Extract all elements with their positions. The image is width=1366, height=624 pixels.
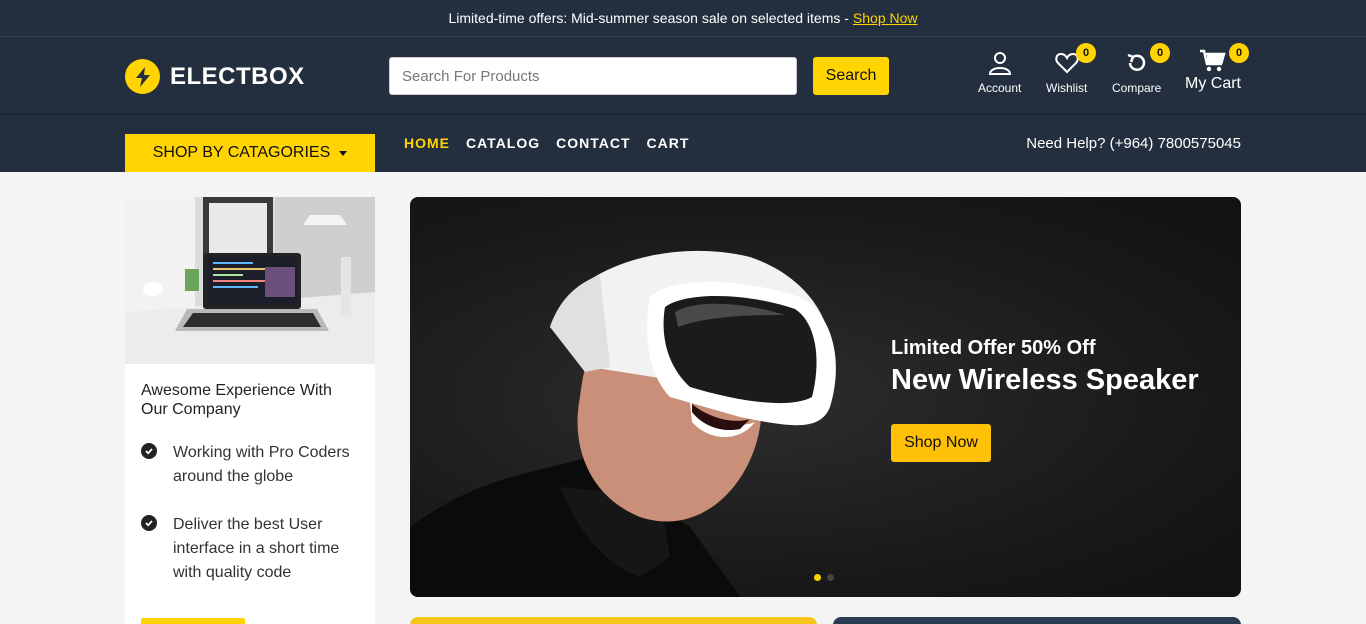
account-link[interactable]: Account — [978, 51, 1021, 95]
shopping-cart-icon — [1200, 49, 1226, 72]
announcement-shop-now-link[interactable]: Shop Now — [853, 10, 918, 26]
sidebar-point: Working with Pro Coders around the globe — [141, 441, 361, 489]
nav-links: HOME CATALOG CONTACT CART — [404, 135, 689, 151]
cart-link[interactable]: My Cart 0 — [1185, 43, 1249, 93]
sidebar-point-text: Deliver the best User interface in a sho… — [173, 516, 340, 581]
carousel-dots — [814, 574, 834, 581]
nav-cart[interactable]: CART — [647, 135, 690, 151]
nav-contact[interactable]: CONTACT — [556, 135, 630, 151]
nav-catalog[interactable]: CATALOG — [466, 135, 540, 151]
check-circle-icon — [141, 443, 157, 459]
wishlist-count-badge: 0 — [1076, 43, 1096, 63]
hero-banner: Limited Offer 50% Off New Wireless Speak… — [410, 197, 1241, 597]
wishlist-link[interactable]: Wishlist 0 — [1046, 43, 1096, 95]
sidebar-action-button[interactable] — [141, 618, 245, 624]
compare-count-badge: 0 — [1150, 43, 1170, 63]
caret-down-icon — [339, 150, 348, 156]
hero-title: New Wireless Speaker — [891, 364, 1199, 396]
heart-icon — [1054, 52, 1079, 74]
brand-logo[interactable]: ELECTBOX — [125, 59, 305, 94]
account-label: Account — [978, 81, 1022, 95]
user-icon — [988, 52, 1011, 75]
announcement-text: Limited-time offers: Mid-summer season s… — [448, 10, 849, 26]
lightning-bolt-icon — [125, 59, 160, 94]
site-header: ELECTBOX Search Account Wishlist 0 Compa… — [0, 37, 1366, 115]
promo-banner-yellow[interactable] — [410, 617, 817, 624]
promo-banner-navy[interactable] — [833, 617, 1241, 624]
sidebar-point: Deliver the best User interface in a sho… — [141, 513, 361, 585]
brand-name: ELECTBOX — [170, 62, 305, 90]
workspace-laptop-image — [125, 197, 375, 364]
carousel-dot-1[interactable] — [814, 574, 821, 581]
help-phone[interactable]: Need Help? (+964) 7800575045 — [1026, 135, 1241, 152]
sidebar-card: Awesome Experience With Our Company Work… — [125, 197, 375, 624]
search-input[interactable] — [389, 57, 797, 95]
shop-by-categories-button[interactable]: SHOP BY CATAGORIES — [125, 134, 375, 172]
compare-link[interactable]: Compare 0 — [1112, 43, 1170, 95]
compare-label: Compare — [1112, 81, 1162, 95]
hero-subtitle: Limited Offer 50% Off — [891, 337, 1096, 359]
announcement-bar: Limited-time offers: Mid-summer season s… — [0, 0, 1366, 37]
main-navbar: SHOP BY CATAGORIES HOME CATALOG CONTACT … — [0, 115, 1366, 172]
sidebar-point-text: Working with Pro Coders around the globe — [173, 444, 350, 485]
wishlist-label: Wishlist — [1046, 81, 1088, 95]
cart-count-badge: 0 — [1229, 43, 1249, 63]
sidebar-title: Awesome Experience With Our Company — [141, 382, 332, 418]
cart-label: My Cart — [1185, 75, 1241, 92]
nav-home[interactable]: HOME — [404, 135, 450, 151]
vr-headset-person-image — [410, 250, 836, 597]
refresh-icon — [1127, 53, 1145, 71]
hero-shop-now-button[interactable]: Shop Now — [891, 424, 991, 462]
check-circle-icon — [141, 515, 157, 531]
search-button[interactable]: Search — [813, 57, 889, 95]
categories-label: SHOP BY CATAGORIES — [152, 144, 331, 161]
carousel-dot-2[interactable] — [827, 574, 834, 581]
